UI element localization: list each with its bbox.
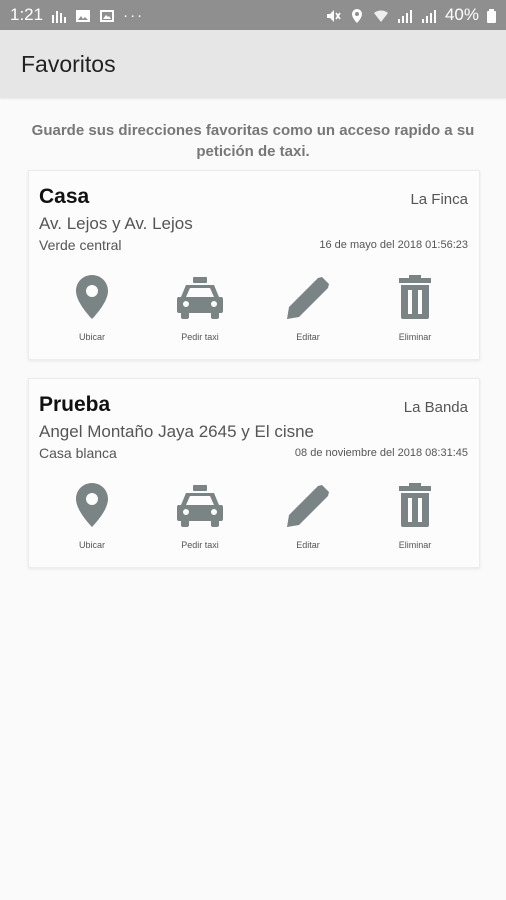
favorite-name: Casa — [39, 185, 90, 208]
favorite-address: Angel Montaño Jaya 2645 y El cisne — [39, 422, 315, 441]
favorite-zone: La Banda — [403, 399, 468, 416]
app-bar: Favoritos — [0, 30, 506, 98]
locate-button[interactable]: Ubicar — [47, 275, 137, 342]
trash-icon — [399, 483, 431, 527]
intro-text: Guarde sus direcciones favoritas como un… — [31, 122, 475, 160]
location-pin-icon — [76, 275, 108, 319]
pencil-icon — [287, 277, 329, 319]
chart-icon — [51, 8, 67, 23]
taxi-icon — [177, 277, 223, 319]
favorite-date: 16 de mayo del 2018 01:56:23 — [319, 239, 468, 251]
request-taxi-button[interactable]: Pedir taxi — [155, 483, 245, 550]
edit-button[interactable]: Editar — [263, 275, 353, 342]
location-pin-icon — [76, 483, 108, 527]
delete-button[interactable]: Eliminar — [370, 275, 460, 342]
favorite-date: 08 de noviembre del 2018 08:31:45 — [294, 447, 468, 459]
favorite-card[interactable]: Prueba La Banda Angel Montaño Jaya 2645 … — [28, 378, 480, 568]
edit-label: Editar — [296, 540, 320, 550]
taxi-icon — [177, 485, 223, 527]
edit-label: Editar — [296, 332, 320, 342]
status-bar: 1:21 ··· 40% — [0, 0, 506, 30]
wifi-icon — [373, 8, 389, 22]
locate-label: Ubicar — [78, 540, 105, 550]
battery-level: 40% — [444, 5, 479, 24]
page-title: Favoritos — [21, 50, 116, 77]
request-taxi-label: Pedir taxi — [181, 332, 219, 342]
image-icon — [75, 8, 91, 22]
signal-icon — [397, 8, 413, 23]
request-taxi-button[interactable]: Pedir taxi — [155, 275, 245, 342]
pencil-icon — [287, 485, 329, 527]
locate-button[interactable]: Ubicar — [47, 483, 137, 550]
signal-icon — [421, 8, 437, 23]
favorite-reference: Casa blanca — [39, 445, 117, 461]
favorite-reference: Verde central — [39, 237, 122, 253]
favorite-actions: Ubicar Pedir taxi Editar Eliminar — [29, 275, 479, 345]
favorite-zone: La Finca — [410, 191, 468, 208]
favorite-address: Av. Lejos y Av. Lejos — [39, 214, 193, 233]
gallery-icon — [99, 8, 115, 22]
more-notifications: ··· — [123, 6, 145, 24]
request-taxi-label: Pedir taxi — [181, 540, 219, 550]
edit-button[interactable]: Editar — [263, 483, 353, 550]
locate-label: Ubicar — [78, 332, 105, 342]
delete-label: Eliminar — [398, 332, 432, 342]
trash-icon — [399, 275, 431, 319]
status-time: 1:21 — [10, 5, 44, 24]
battery-icon — [487, 8, 496, 23]
delete-button[interactable]: Eliminar — [370, 483, 460, 550]
favorite-card[interactable]: Casa La Finca Av. Lejos y Av. Lejos Verd… — [28, 170, 480, 360]
location-icon — [349, 8, 365, 23]
favorite-actions: Ubicar Pedir taxi Editar Eliminar — [29, 483, 479, 553]
favorite-name: Prueba — [39, 393, 111, 416]
delete-label: Eliminar — [398, 540, 432, 550]
mute-icon — [325, 8, 341, 22]
